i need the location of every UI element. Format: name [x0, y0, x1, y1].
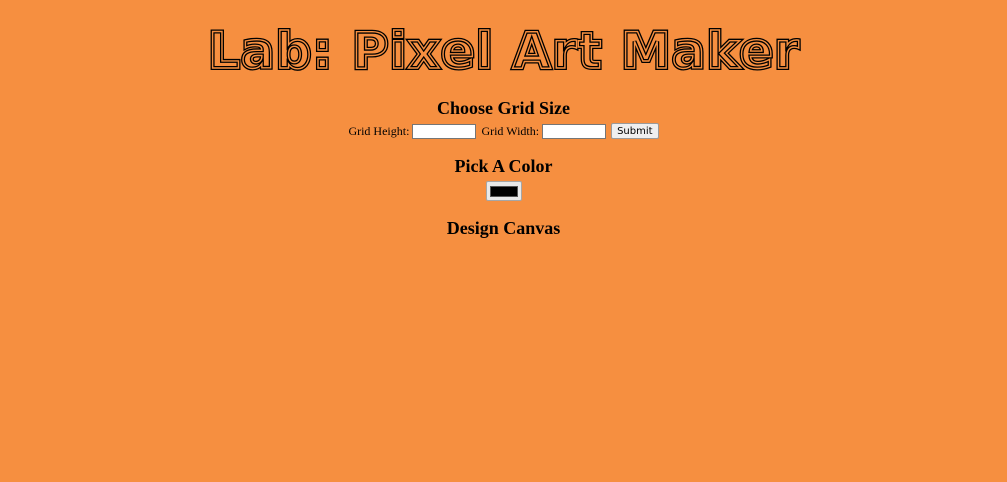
grid-height-label: Grid Height: — [348, 123, 410, 138]
pick-color-heading: Pick A Color — [454, 156, 553, 176]
color-picker[interactable] — [485, 181, 522, 201]
color-picker-wrap — [0, 181, 1007, 201]
page: Lab: Pixel Art Maker Lab: Pixel Art Make… — [0, 0, 1007, 482]
color-swatch — [489, 185, 518, 197]
grid-width-label: Grid Width: — [481, 123, 540, 138]
page-title-svg: Lab: Pixel Art Maker Lab: Pixel Art Make… — [206, 24, 801, 72]
grid-size-form: Grid Height: Grid Width: Submit — [0, 123, 1007, 139]
page-title: Lab: Pixel Art Maker Lab: Pixel Art Make… — [0, 24, 1007, 72]
page-title-text-inline: Lab: Pixel Art Maker — [208, 24, 800, 72]
grid-width-input[interactable] — [542, 123, 607, 139]
design-canvas-heading: Design Canvas — [446, 218, 561, 238]
submit-button[interactable]: Submit — [611, 123, 659, 139]
grid-size-heading: Choose Grid Size — [437, 98, 570, 118]
design-canvas[interactable] — [0, 245, 1007, 475]
grid-height-input[interactable] — [412, 123, 477, 139]
